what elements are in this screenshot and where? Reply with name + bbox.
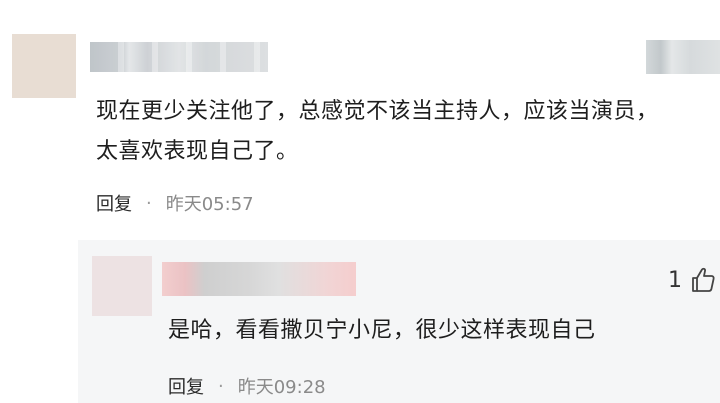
- meta-separator: ·: [218, 375, 224, 397]
- like-count: 1: [668, 268, 682, 293]
- comment-timestamp: 昨天05:57: [165, 194, 254, 215]
- reply-timestamp: 昨天09:28: [237, 377, 326, 398]
- avatar[interactable]: [12, 34, 76, 98]
- reply-button[interactable]: 回复: [96, 190, 132, 216]
- reply-meta: 回复 · 昨天09:28: [168, 373, 326, 399]
- username-blurred[interactable]: [90, 42, 268, 72]
- reply-username-blurred[interactable]: [162, 262, 356, 296]
- meta-separator: ·: [146, 192, 152, 214]
- reply-reply-button[interactable]: 回复: [168, 373, 204, 399]
- comment-text: 现在更少关注他了，总感觉不该当主持人，应该当演员， 太喜欢表现自己了。: [96, 99, 659, 164]
- thumbs-up-icon[interactable]: [690, 266, 716, 294]
- blurred-badge: [646, 40, 720, 74]
- reply-text: 是哈，看看撒贝宁小尼，很少这样表现自己: [168, 318, 596, 343]
- comment-meta: 回复 · 昨天05:57: [96, 190, 254, 216]
- reply-avatar[interactable]: [92, 256, 152, 316]
